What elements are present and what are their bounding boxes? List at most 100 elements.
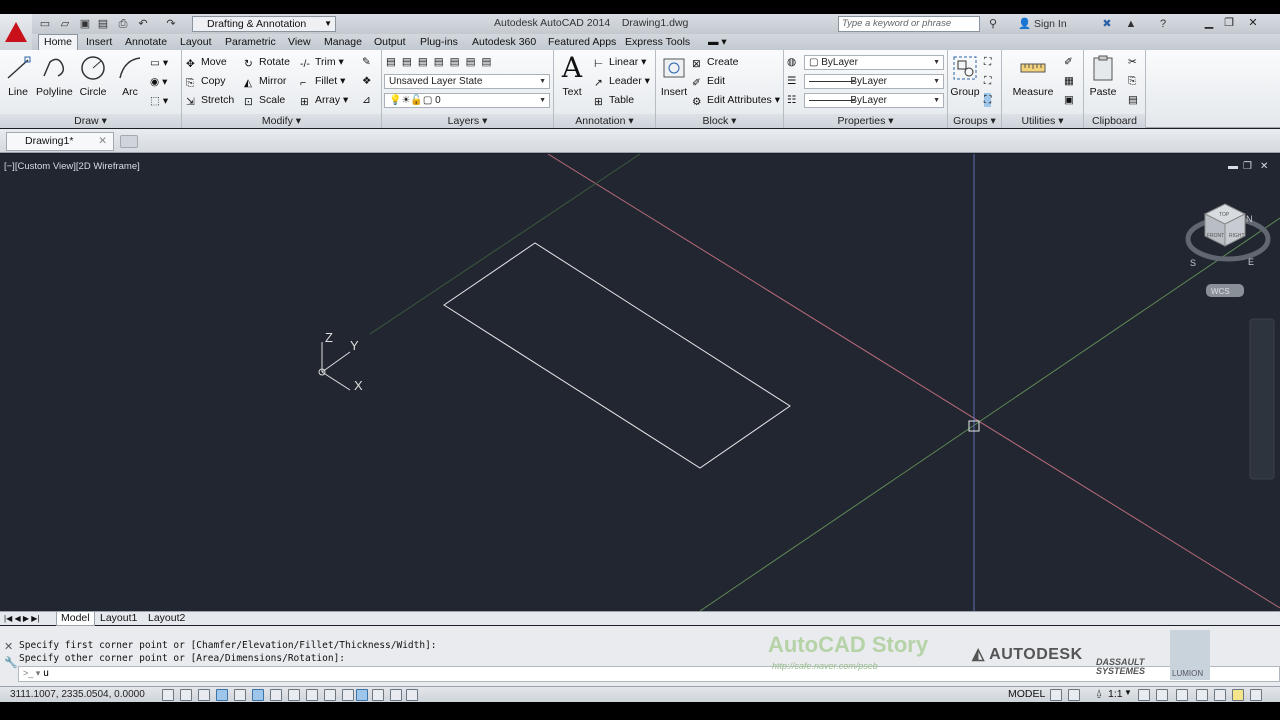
quick-view-drawings-icon[interactable] xyxy=(1068,689,1080,701)
match-properties-icon[interactable]: ◍ xyxy=(787,55,796,69)
group-edit-icon[interactable]: ⛶ xyxy=(984,74,991,88)
workspace-dropdown[interactable]: Drafting & Annotation ▼ xyxy=(192,16,336,32)
navigation-bar[interactable] xyxy=(1249,318,1275,480)
tab-insert[interactable]: Insert xyxy=(86,35,112,49)
close-button[interactable]: ✕ xyxy=(1244,16,1262,30)
undo-icon[interactable]: ↶ xyxy=(136,17,150,31)
quick-properties-icon[interactable] xyxy=(372,689,384,701)
command-input[interactable] xyxy=(43,667,343,681)
measure-button[interactable]: Measure xyxy=(1008,54,1058,98)
copy-clip-icon[interactable]: ⎘ xyxy=(1128,74,1136,88)
command-customize-icon[interactable]: 🔧 xyxy=(4,656,18,669)
tab-annotate[interactable]: Annotate xyxy=(125,35,167,49)
scale-button[interactable]: ⊡ Scale xyxy=(244,93,285,108)
ungroup-icon[interactable]: ⛶ xyxy=(984,55,991,69)
viewport-controls-label[interactable]: [−][Custom View][2D Wireframe] xyxy=(4,161,140,172)
viewport-close-icon[interactable]: ✕ xyxy=(1260,161,1268,172)
new-tab-button[interactable] xyxy=(120,135,138,148)
show-lineweight-icon[interactable] xyxy=(342,689,354,701)
drawing-canvas[interactable]: Z Y X TOP FRONT RIGHT S E N WCS xyxy=(0,154,1280,611)
object-snap-tracking-icon[interactable] xyxy=(288,689,300,701)
tab-express-tools[interactable]: Express Tools xyxy=(625,35,690,49)
grid-display-icon[interactable] xyxy=(198,689,210,701)
text-button[interactable]: A Text xyxy=(558,54,586,99)
hatch-icon[interactable]: ◉ ▾ xyxy=(150,75,167,89)
color-dropdown[interactable]: ▢ ByLayer ▼ xyxy=(804,55,944,70)
edit-block-button[interactable]: ✐ Edit xyxy=(692,74,725,89)
linear-button[interactable]: ⊢ Linear ▾ xyxy=(594,55,646,70)
copy-button[interactable]: ⎘ Copy xyxy=(186,74,226,89)
rectangle-shape[interactable] xyxy=(443,242,791,469)
layout-nav-arrows[interactable]: |◀ ◀ ▶ ▶| xyxy=(4,612,39,625)
command-close-icon[interactable]: ✕ xyxy=(4,640,13,653)
id-point-icon[interactable]: ▣ xyxy=(1064,93,1074,107)
rectangle-icon[interactable]: ▭ ▾ xyxy=(150,56,168,70)
coordinates-readout[interactable]: 3111.1007, 2335.0504, 0.0000 xyxy=(10,689,145,700)
toolbar-lock-icon[interactable] xyxy=(1196,689,1208,701)
copy-base-icon[interactable]: ▤ xyxy=(1128,93,1138,107)
clean-screen-icon[interactable] xyxy=(1250,689,1262,701)
annotation-panel-title[interactable]: Annotation ▾ xyxy=(554,114,655,128)
save-icon[interactable]: ▣ xyxy=(78,17,92,31)
boundary-icon[interactable]: ⬚ ▾ xyxy=(150,94,168,108)
lineweight-dropdown[interactable]: ByLayer ▼ xyxy=(804,74,944,89)
open-icon[interactable]: ▱ xyxy=(58,17,72,31)
linetype-dropdown[interactable]: ByLayer ▼ xyxy=(804,93,944,108)
sign-in-button[interactable]: 👤 Sign In xyxy=(1018,17,1067,30)
trim-button[interactable]: -/- Trim ▾ xyxy=(300,55,344,70)
tab-layout[interactable]: Layout xyxy=(180,35,212,49)
groups-panel-title[interactable]: Groups ▾ xyxy=(948,114,1001,128)
circle-button[interactable]: Circle xyxy=(78,54,108,98)
close-icon[interactable]: ✕ xyxy=(98,133,107,150)
group-selection-icon[interactable]: ⛶ xyxy=(984,93,992,107)
move-button[interactable]: ✥ Move xyxy=(186,55,227,70)
array-button[interactable]: ⊞ Array ▾ xyxy=(300,93,348,108)
tab-layout1[interactable]: Layout1 xyxy=(100,612,137,625)
draw-panel-title[interactable]: Draw ▾ xyxy=(0,114,181,128)
modify-panel-title[interactable]: Modify ▾ xyxy=(182,114,381,128)
binoculars-icon[interactable]: ⚲ xyxy=(986,17,1000,31)
isolate-objects-icon[interactable] xyxy=(1232,689,1244,701)
file-tab-drawing1[interactable]: Drawing1* ✕ xyxy=(6,132,114,151)
fillet-button[interactable]: ⌐ Fillet ▾ xyxy=(300,74,345,89)
annotation-visibility-icon[interactable] xyxy=(1138,689,1150,701)
layer-state-dropdown[interactable]: Unsaved Layer State ▼ xyxy=(384,74,550,89)
polar-tracking-icon[interactable] xyxy=(234,689,246,701)
tab-view[interactable]: View xyxy=(288,35,311,49)
workspace-switching-icon[interactable] xyxy=(1176,689,1188,701)
layers-panel-title[interactable]: Layers ▾ xyxy=(382,114,553,128)
offset-icon[interactable]: ⊿ xyxy=(362,93,371,107)
quickcalc-icon[interactable]: ▦ xyxy=(1064,74,1074,88)
tab-home[interactable]: Home xyxy=(38,34,79,50)
help-icon[interactable]: ? xyxy=(1156,17,1170,31)
infer-constraints-icon[interactable] xyxy=(162,689,174,701)
tab-layout2[interactable]: Layout2 xyxy=(148,612,185,625)
cut-icon[interactable]: ✂ xyxy=(1128,55,1137,69)
mirror-button[interactable]: ◭ Mirror xyxy=(244,74,286,89)
quick-select-icon[interactable]: ✐ xyxy=(1064,55,1073,69)
exchange-icon[interactable]: ✖ xyxy=(1100,17,1114,31)
new-icon[interactable]: ▭ xyxy=(38,17,52,31)
plot-icon[interactable]: ⎙ xyxy=(116,17,130,31)
viewport-minimize-icon[interactable]: ▬ xyxy=(1228,161,1238,172)
snap-mode-icon[interactable] xyxy=(180,689,192,701)
auto-scale-icon[interactable] xyxy=(1156,689,1168,701)
annotation-scale-dropdown[interactable]: 1:1 xyxy=(1108,688,1123,700)
tab-autodesk-360[interactable]: Autodesk 360 xyxy=(472,35,536,49)
command-prompt-icon[interactable]: >_ ▾ xyxy=(23,668,40,679)
tab-parametric[interactable]: Parametric xyxy=(225,35,276,49)
group-button[interactable]: Group xyxy=(950,54,980,98)
erase-icon[interactable]: ✎ xyxy=(362,55,371,69)
utilities-panel-title[interactable]: Utilities ▾ xyxy=(1002,114,1083,128)
insert-button[interactable]: Insert xyxy=(658,54,690,98)
ribbon-toggle-icon[interactable]: ▬ ▾ xyxy=(708,35,727,49)
leader-button[interactable]: ↗ Leader ▾ xyxy=(594,74,650,89)
edit-attributes-button[interactable]: ⚙ Edit Attributes ▾ xyxy=(692,93,780,108)
tab-manage[interactable]: Manage xyxy=(324,35,362,49)
viewport-restore-icon[interactable]: ❐ xyxy=(1243,161,1252,172)
table-button[interactable]: ⊞ Table xyxy=(594,93,634,108)
block-panel-title[interactable]: Block ▾ xyxy=(656,114,783,128)
drawing-viewport[interactable]: Z Y X TOP FRONT RIGHT S E N WCS [−][Cust… xyxy=(0,154,1280,611)
layer-dropdown[interactable]: 💡☀🔓▢ 0 ▼ xyxy=(384,93,550,108)
object-snap-icon[interactable] xyxy=(252,689,264,701)
